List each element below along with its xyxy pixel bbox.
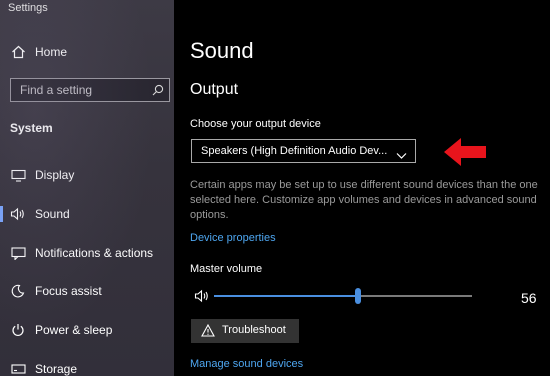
nav-home-label: Home bbox=[35, 45, 68, 59]
sidebar: Settings Home System Display Sound Notif… bbox=[0, 0, 174, 376]
device-properties-link[interactable]: Device properties bbox=[190, 232, 276, 244]
slider-thumb[interactable] bbox=[355, 288, 361, 304]
volume-value: 56 bbox=[521, 290, 537, 306]
storage-icon bbox=[10, 361, 26, 376]
sidebar-item-power-sleep[interactable]: Power & sleep bbox=[0, 317, 174, 343]
home-icon bbox=[10, 44, 26, 60]
sidebar-item-notifications[interactable]: Notifications & actions bbox=[0, 240, 174, 266]
sidebar-item-storage[interactable]: Storage bbox=[0, 356, 174, 376]
sidebar-item-label: Notifications & actions bbox=[35, 246, 154, 260]
output-section-title: Output bbox=[190, 81, 239, 98]
power-icon bbox=[10, 322, 26, 338]
output-device-label: Choose your output device bbox=[190, 118, 321, 130]
sidebar-item-label: Display bbox=[35, 168, 75, 182]
sidebar-item-label: Power & sleep bbox=[35, 323, 113, 337]
search-input[interactable] bbox=[11, 79, 151, 101]
sidebar-item-label: Storage bbox=[35, 362, 78, 376]
annotation-arrow-icon bbox=[444, 138, 486, 166]
output-device-value: Speakers (High Definition Audio Dev... bbox=[201, 145, 388, 157]
monitor-icon bbox=[10, 167, 26, 183]
speaker-icon bbox=[10, 206, 26, 222]
chevron-down-icon bbox=[396, 147, 407, 159]
main-content: Sound Output Choose your output device S… bbox=[174, 0, 550, 376]
sidebar-item-label: Focus assist bbox=[35, 284, 102, 298]
moon-icon bbox=[10, 283, 26, 299]
search-icon[interactable] bbox=[151, 83, 165, 97]
warning-icon bbox=[201, 323, 215, 337]
app-title: Settings bbox=[8, 2, 48, 14]
nav-home[interactable]: Home bbox=[0, 39, 174, 65]
troubleshoot-button[interactable]: Troubleshoot bbox=[191, 319, 299, 343]
sidebar-item-label: Sound bbox=[35, 207, 70, 221]
sidebar-item-focus-assist[interactable]: Focus assist bbox=[0, 278, 174, 304]
search-box[interactable] bbox=[10, 78, 170, 102]
sidebar-item-display[interactable]: Display bbox=[0, 162, 174, 188]
sidebar-item-sound[interactable]: Sound bbox=[0, 201, 174, 227]
troubleshoot-label: Troubleshoot bbox=[222, 324, 286, 336]
manage-sound-devices-link[interactable]: Manage sound devices bbox=[190, 358, 303, 370]
section-label-system: System bbox=[10, 121, 53, 135]
notification-icon bbox=[10, 245, 26, 261]
output-description: Certain apps may be set up to use differ… bbox=[190, 179, 538, 221]
slider-fill bbox=[214, 295, 358, 297]
master-volume-label: Master volume bbox=[190, 263, 263, 275]
master-volume-slider[interactable] bbox=[214, 288, 474, 304]
output-device-dropdown[interactable]: Speakers (High Definition Audio Dev... bbox=[191, 139, 416, 163]
page-title: Sound bbox=[190, 38, 254, 63]
speaker-volume-icon[interactable] bbox=[194, 289, 210, 303]
